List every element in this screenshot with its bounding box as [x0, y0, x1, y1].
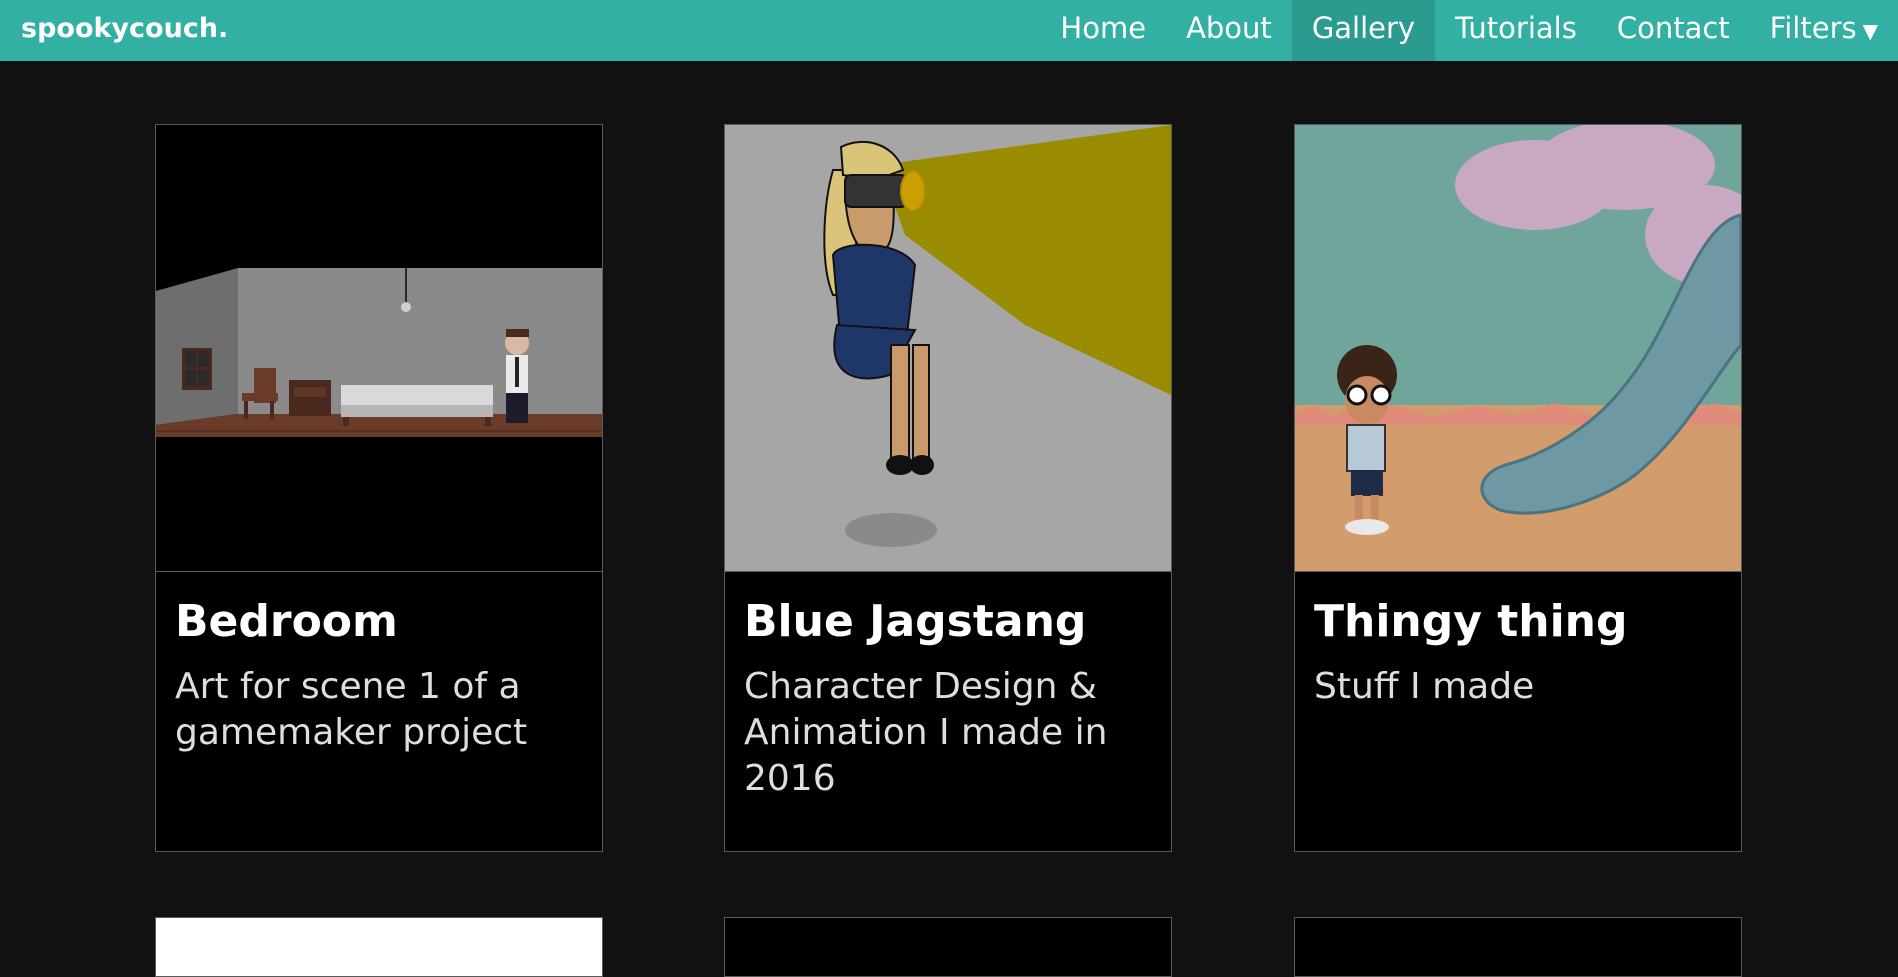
card-title: Blue Jagstang: [744, 596, 1087, 647]
gallery-card-bedroom[interactable]: Bedroom Art for scene 1 of a gamemaker p…: [155, 124, 603, 852]
nav-links: Home About Gallery Tutorials Contact Fil…: [1040, 0, 1898, 61]
nav-home[interactable]: Home: [1040, 0, 1166, 61]
card-thumbnail-blue-jagstang[interactable]: [725, 125, 1171, 572]
card-title: Bedroom: [175, 596, 398, 647]
caret-down-icon: ▼: [1862, 19, 1878, 43]
top-navbar: spookycouch. Home About Gallery Tutorial…: [0, 0, 1898, 61]
nav-about[interactable]: About: [1166, 0, 1292, 61]
gallery-card-partial[interactable]: [724, 917, 1172, 977]
card-description: Stuff I made: [1314, 666, 1535, 707]
nav-contact[interactable]: Contact: [1597, 0, 1750, 61]
card-description: Character Design & Animation I made in 2…: [744, 666, 1108, 799]
card-thumbnail-thingy-thing[interactable]: [1295, 125, 1741, 572]
card-title: Thingy thing: [1314, 596, 1628, 647]
nav-filters-dropdown[interactable]: Filters ▼: [1750, 0, 1898, 61]
gallery-card-thingy-thing[interactable]: Thingy thing Stuff I made: [1294, 124, 1742, 852]
gallery-card-partial[interactable]: [1294, 917, 1742, 977]
card-thumbnail-bedroom[interactable]: [156, 125, 602, 572]
nav-filters-label: Filters: [1769, 11, 1857, 45]
nav-tutorials[interactable]: Tutorials: [1435, 0, 1597, 61]
gallery-card-blue-jagstang[interactable]: Blue Jagstang Character Design & Animati…: [724, 124, 1172, 852]
nav-gallery[interactable]: Gallery: [1291, 0, 1436, 61]
site-brand[interactable]: spookycouch.: [21, 0, 228, 61]
gallery-card-partial[interactable]: [155, 917, 603, 977]
card-description: Art for scene 1 of a gamemaker project: [175, 666, 528, 753]
